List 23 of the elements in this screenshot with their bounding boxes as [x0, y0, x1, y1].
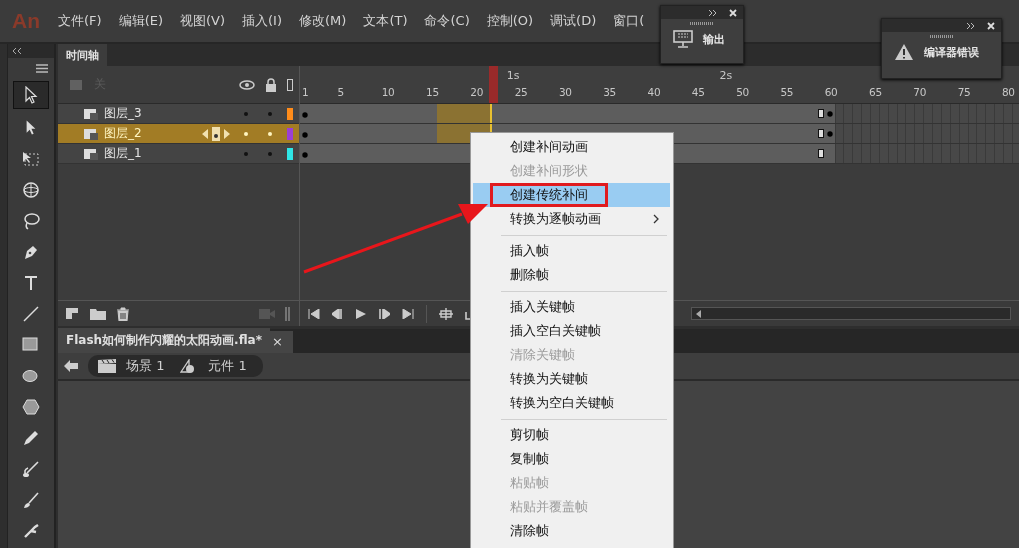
seconds-label: 2s — [719, 69, 733, 82]
seconds-label: 1s — [506, 69, 520, 82]
frame-number: 65 — [869, 86, 882, 98]
frame-number: 80 — [1001, 86, 1015, 98]
frame-number: 45 — [691, 86, 705, 98]
frame-number: 20 — [470, 86, 484, 98]
frame-number: 30 — [558, 86, 572, 98]
frame-number: 10 — [381, 86, 395, 98]
frame-number: 50 — [736, 86, 749, 98]
frame-number: 40 — [647, 86, 661, 98]
frame-number: 5 — [337, 86, 344, 98]
frame-number: 55 — [780, 86, 794, 98]
frame-number: 75 — [957, 86, 971, 98]
frame-number: 35 — [603, 86, 616, 98]
frame-number: 60 — [824, 86, 838, 98]
frame-number: 1 — [302, 86, 309, 98]
frame-number: 25 — [514, 86, 528, 98]
frame-number: 15 — [426, 86, 439, 98]
layer-name: 图层_3 — [104, 105, 142, 122]
frame-number: 70 — [913, 86, 927, 98]
layer-name: 图层_1 — [104, 145, 142, 162]
app-logo: An — [12, 9, 40, 33]
layer-name: 图层_2 — [104, 125, 142, 142]
